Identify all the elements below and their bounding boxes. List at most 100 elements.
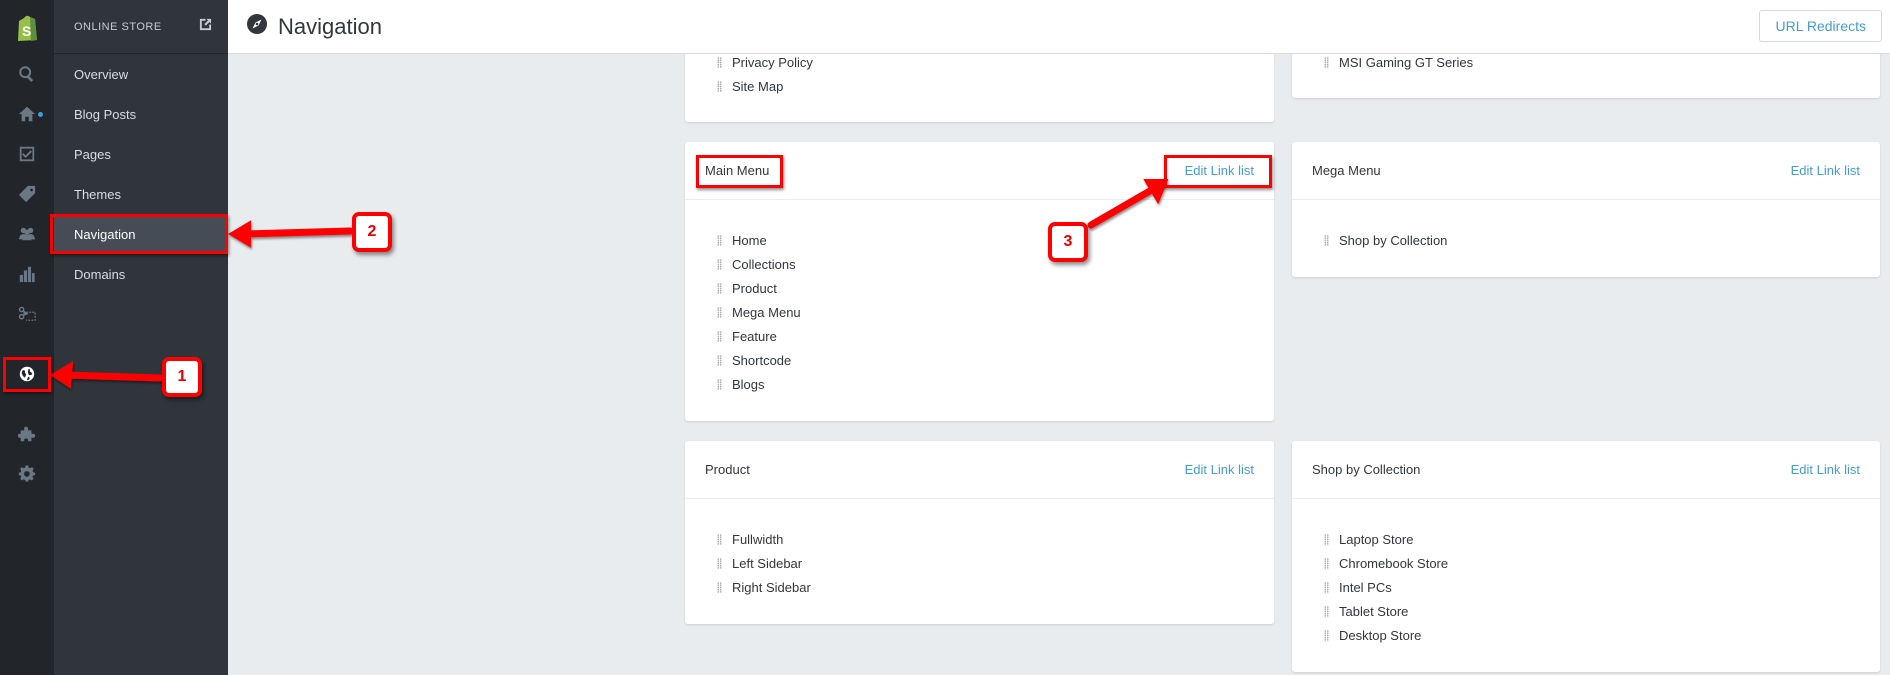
drag-handle-icon[interactable] bbox=[717, 378, 722, 390]
link-item-label: Blogs bbox=[732, 376, 765, 392]
link-item[interactable]: Feature bbox=[717, 324, 1274, 348]
settings-gear-icon[interactable] bbox=[0, 459, 54, 489]
drag-handle-icon[interactable] bbox=[1324, 56, 1329, 68]
link-item[interactable]: Desktop Store bbox=[1324, 623, 1880, 647]
page-title: Navigation bbox=[278, 13, 382, 39]
link-list-card-product: Product Edit Link list Fullwidth Left Si… bbox=[685, 441, 1274, 624]
link-item[interactable]: Right Sidebar bbox=[717, 575, 1274, 599]
link-item-label: Product bbox=[732, 280, 777, 296]
page-header: Navigation URL Redirects bbox=[228, 0, 1890, 54]
annotation-badge-2: 2 bbox=[352, 212, 392, 252]
online-store-subnav: ONLINE STORE Overview Blog Posts Pages T… bbox=[54, 0, 228, 675]
link-item[interactable]: Laptop Store bbox=[1324, 527, 1880, 551]
drag-handle-icon[interactable] bbox=[717, 234, 722, 246]
annotation-arrowhead-2 bbox=[228, 220, 251, 248]
customers-icon[interactable] bbox=[0, 219, 54, 249]
link-item[interactable]: Collections bbox=[717, 252, 1274, 276]
card-header: Main Menu Edit Link list bbox=[685, 142, 1274, 200]
link-list-card-shop-by-collection: Shop by Collection Edit Link list Laptop… bbox=[1292, 441, 1880, 672]
link-item-label: Mega Menu bbox=[732, 304, 801, 320]
drag-handle-icon[interactable] bbox=[717, 354, 722, 366]
drag-handle-icon[interactable] bbox=[1324, 234, 1329, 246]
external-link-icon[interactable] bbox=[199, 18, 212, 36]
link-item-label: Chromebook Store bbox=[1339, 555, 1449, 571]
link-item[interactable]: Intel PCs bbox=[1324, 575, 1880, 599]
apps-puzzle-icon[interactable] bbox=[0, 419, 54, 449]
link-item[interactable]: Blogs bbox=[717, 372, 1274, 396]
drag-handle-icon[interactable] bbox=[717, 330, 722, 342]
link-item-label: Privacy Policy bbox=[732, 54, 813, 70]
link-item-label: MSI Gaming GT Series bbox=[1339, 54, 1474, 70]
orders-icon[interactable] bbox=[0, 139, 54, 169]
link-item[interactable]: Site Map bbox=[717, 74, 1274, 98]
link-item[interactable]: Fullwidth bbox=[717, 527, 1274, 551]
drag-handle-icon[interactable] bbox=[717, 306, 722, 318]
annotation-arrow-2 bbox=[240, 227, 354, 238]
home-icon[interactable] bbox=[0, 99, 54, 129]
link-item[interactable]: Tablet Store bbox=[1324, 599, 1880, 623]
search-icon[interactable] bbox=[0, 59, 54, 89]
reports-icon[interactable] bbox=[0, 259, 54, 289]
link-item-label: Shop by Collection bbox=[1339, 232, 1448, 248]
drag-handle-icon[interactable] bbox=[1324, 629, 1329, 641]
shopify-logo[interactable]: S bbox=[0, 8, 54, 48]
link-item[interactable]: Product bbox=[717, 276, 1274, 300]
icon-rail: S bbox=[0, 0, 54, 675]
drag-handle-icon[interactable] bbox=[717, 258, 722, 270]
link-item[interactable]: Left Sidebar bbox=[717, 551, 1274, 575]
link-item-label: Right Sidebar bbox=[732, 579, 811, 595]
annotation-number: 2 bbox=[367, 223, 377, 240]
edit-link-list-button[interactable]: Edit Link list bbox=[1185, 163, 1254, 178]
drag-handle-icon[interactable] bbox=[717, 56, 722, 68]
link-item-label: Tablet Store bbox=[1339, 603, 1409, 619]
link-item[interactable]: Chromebook Store bbox=[1324, 551, 1880, 575]
subnav-item-label: Blog Posts bbox=[74, 106, 137, 122]
drag-handle-icon[interactable] bbox=[717, 282, 722, 294]
subnav-item-themes[interactable]: Themes bbox=[54, 174, 228, 214]
edit-link-list-button[interactable]: Edit Link list bbox=[1791, 462, 1860, 477]
card-header: Shop by Collection Edit Link list bbox=[1292, 441, 1880, 499]
subnav-item-navigation[interactable]: Navigation bbox=[54, 214, 228, 254]
subnav-item-domains[interactable]: Domains bbox=[54, 254, 228, 294]
drag-handle-icon[interactable] bbox=[717, 581, 722, 593]
discounts-icon[interactable] bbox=[0, 299, 54, 329]
notification-dot bbox=[38, 112, 43, 117]
svg-text:S: S bbox=[22, 23, 31, 39]
drag-handle-icon[interactable] bbox=[717, 80, 722, 92]
link-item-label: Intel PCs bbox=[1339, 579, 1392, 595]
link-item[interactable]: Mega Menu bbox=[717, 300, 1274, 324]
annotation-badge-3: 3 bbox=[1048, 222, 1088, 262]
subnav-item-blog-posts[interactable]: Blog Posts bbox=[54, 94, 228, 134]
drag-handle-icon[interactable] bbox=[1324, 557, 1329, 569]
link-item-label: Site Map bbox=[732, 78, 784, 94]
link-item[interactable]: Home bbox=[717, 228, 1274, 252]
online-store-globe-icon[interactable] bbox=[0, 359, 54, 389]
annotation-number: 3 bbox=[1063, 233, 1073, 250]
link-item-label: Desktop Store bbox=[1339, 627, 1422, 643]
link-item[interactable]: Shop by Collection bbox=[1324, 228, 1880, 252]
drag-handle-icon[interactable] bbox=[1324, 581, 1329, 593]
subnav-item-pages[interactable]: Pages bbox=[54, 134, 228, 174]
drag-handle-icon[interactable] bbox=[1324, 533, 1329, 545]
link-item[interactable]: Shortcode bbox=[717, 348, 1274, 372]
drag-handle-icon[interactable] bbox=[1324, 605, 1329, 617]
products-tag-icon[interactable] bbox=[0, 179, 54, 209]
link-item-label: Collections bbox=[732, 256, 796, 272]
compass-icon bbox=[246, 13, 268, 40]
card-title: Main Menu bbox=[705, 163, 770, 178]
subnav-item-label: Navigation bbox=[74, 226, 136, 242]
subnav-item-label: Themes bbox=[74, 186, 121, 202]
link-item-label: Fullwidth bbox=[732, 531, 784, 547]
annotation-number: 1 bbox=[177, 368, 187, 385]
card-header: Product Edit Link list bbox=[685, 441, 1274, 499]
subnav-item-label: Domains bbox=[74, 266, 126, 282]
edit-link-list-button[interactable]: Edit Link list bbox=[1185, 462, 1254, 477]
link-list-card-main-menu: Main Menu Edit Link list Home Collection… bbox=[685, 142, 1274, 421]
link-item-label: Home bbox=[732, 232, 767, 248]
drag-handle-icon[interactable] bbox=[717, 533, 722, 545]
subnav-item-overview[interactable]: Overview bbox=[54, 54, 228, 94]
link-item-label: Feature bbox=[732, 328, 777, 344]
edit-link-list-button[interactable]: Edit Link list bbox=[1791, 163, 1860, 178]
drag-handle-icon[interactable] bbox=[717, 557, 722, 569]
url-redirects-button[interactable]: URL Redirects bbox=[1759, 10, 1882, 42]
